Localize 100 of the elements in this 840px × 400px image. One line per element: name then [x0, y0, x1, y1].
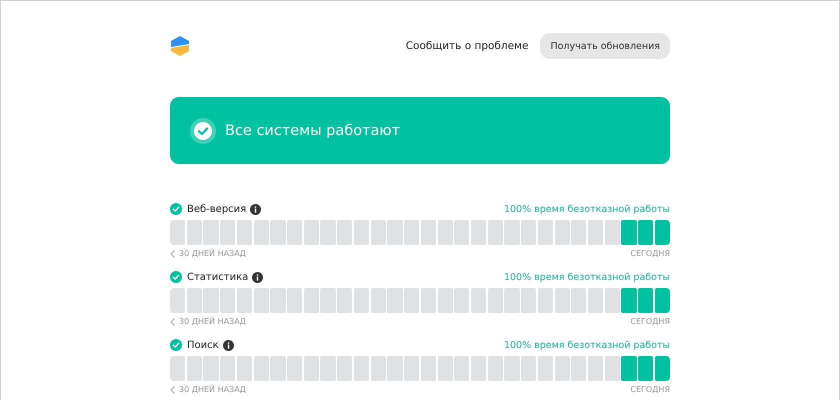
day-bar[interactable] [287, 220, 302, 245]
day-bar[interactable] [320, 288, 336, 313]
day-bar[interactable] [604, 356, 620, 381]
day-bar[interactable] [203, 220, 219, 245]
day-bar[interactable] [621, 288, 637, 313]
day-bar[interactable] [571, 356, 586, 381]
day-bar[interactable] [270, 220, 286, 245]
end-label: СЕГОДНЯ [630, 385, 670, 394]
day-bar[interactable] [588, 220, 604, 245]
day-bar[interactable] [220, 356, 236, 381]
day-bar[interactable] [370, 220, 386, 245]
day-bar[interactable] [604, 220, 620, 245]
chevron-left-icon [170, 386, 175, 394]
day-bar[interactable] [554, 288, 570, 313]
day-bar[interactable] [370, 356, 386, 381]
day-bar[interactable] [638, 220, 654, 245]
day-bar[interactable] [470, 220, 486, 245]
day-bar[interactable] [438, 220, 453, 245]
day-bar[interactable] [203, 288, 219, 313]
day-bar[interactable] [420, 288, 436, 313]
day-bar[interactable] [504, 288, 520, 313]
day-bar[interactable] [354, 288, 370, 313]
day-bar[interactable] [254, 288, 269, 313]
day-bar[interactable] [220, 288, 236, 313]
day-bar[interactable] [420, 356, 436, 381]
start-label: 30 ДНЕЙ НАЗАД [179, 317, 246, 326]
day-bar[interactable] [571, 288, 586, 313]
info-icon[interactable] [252, 272, 264, 282]
day-bar[interactable] [504, 356, 520, 381]
day-bar[interactable] [236, 288, 252, 313]
day-bar[interactable] [638, 288, 654, 313]
day-bar[interactable] [454, 356, 470, 381]
info-icon[interactable] [222, 340, 234, 350]
day-bar[interactable] [287, 356, 302, 381]
day-bar[interactable] [470, 288, 486, 313]
day-bar[interactable] [504, 220, 520, 245]
day-bar[interactable] [438, 288, 453, 313]
day-bar[interactable] [554, 356, 570, 381]
day-bar[interactable] [488, 356, 503, 381]
day-bar[interactable] [438, 356, 453, 381]
service-name: Поиск [187, 340, 219, 350]
day-bar[interactable] [538, 220, 554, 245]
info-icon[interactable] [250, 204, 262, 214]
day-bar[interactable] [320, 356, 336, 381]
day-bar[interactable] [236, 356, 252, 381]
report-problem-link[interactable]: Сообщить о проблеме [406, 40, 528, 52]
day-bar[interactable] [270, 288, 286, 313]
day-bar[interactable] [254, 220, 269, 245]
day-bar[interactable] [337, 288, 352, 313]
day-bar[interactable] [170, 220, 186, 245]
day-bar[interactable] [521, 356, 536, 381]
day-bar[interactable] [654, 356, 670, 381]
day-bar[interactable] [186, 288, 202, 313]
day-bar[interactable] [571, 220, 586, 245]
day-bar[interactable] [387, 288, 403, 313]
day-bar[interactable] [304, 220, 319, 245]
uptime-text: 100% время безотказной работы [504, 340, 670, 350]
day-bar[interactable] [203, 356, 219, 381]
day-bar[interactable] [304, 288, 319, 313]
day-bar[interactable] [337, 356, 352, 381]
day-bar[interactable] [170, 356, 186, 381]
day-bar[interactable] [337, 220, 352, 245]
day-bar[interactable] [654, 220, 670, 245]
day-bar[interactable] [404, 288, 420, 313]
day-bar[interactable] [287, 288, 302, 313]
day-bar[interactable] [454, 220, 470, 245]
day-bar[interactable] [236, 220, 252, 245]
day-bar[interactable] [304, 356, 319, 381]
day-bar[interactable] [488, 220, 503, 245]
day-bar[interactable] [654, 288, 670, 313]
day-bar[interactable] [621, 356, 637, 381]
day-bar[interactable] [387, 356, 403, 381]
day-bar[interactable] [588, 288, 604, 313]
day-bar[interactable] [604, 288, 620, 313]
subscribe-button[interactable]: Получать обновления [540, 33, 670, 59]
day-bar[interactable] [320, 220, 336, 245]
day-bar[interactable] [538, 356, 554, 381]
day-bar[interactable] [470, 356, 486, 381]
day-bar[interactable] [387, 220, 403, 245]
day-bar[interactable] [420, 220, 436, 245]
day-bar[interactable] [638, 356, 654, 381]
day-bar[interactable] [538, 288, 554, 313]
day-bar[interactable] [521, 220, 536, 245]
day-bar[interactable] [404, 220, 420, 245]
day-bar[interactable] [370, 288, 386, 313]
day-bar[interactable] [170, 288, 186, 313]
day-bar[interactable] [488, 288, 503, 313]
day-bar[interactable] [354, 220, 370, 245]
day-bar[interactable] [254, 356, 269, 381]
day-bar[interactable] [270, 356, 286, 381]
day-bar[interactable] [521, 288, 536, 313]
day-bar[interactable] [220, 220, 236, 245]
day-bar[interactable] [404, 356, 420, 381]
day-bar[interactable] [588, 356, 604, 381]
day-bar[interactable] [621, 220, 637, 245]
day-bar[interactable] [186, 356, 202, 381]
day-bar[interactable] [454, 288, 470, 313]
day-bar[interactable] [354, 356, 370, 381]
day-bar[interactable] [186, 220, 202, 245]
day-bar[interactable] [554, 220, 570, 245]
